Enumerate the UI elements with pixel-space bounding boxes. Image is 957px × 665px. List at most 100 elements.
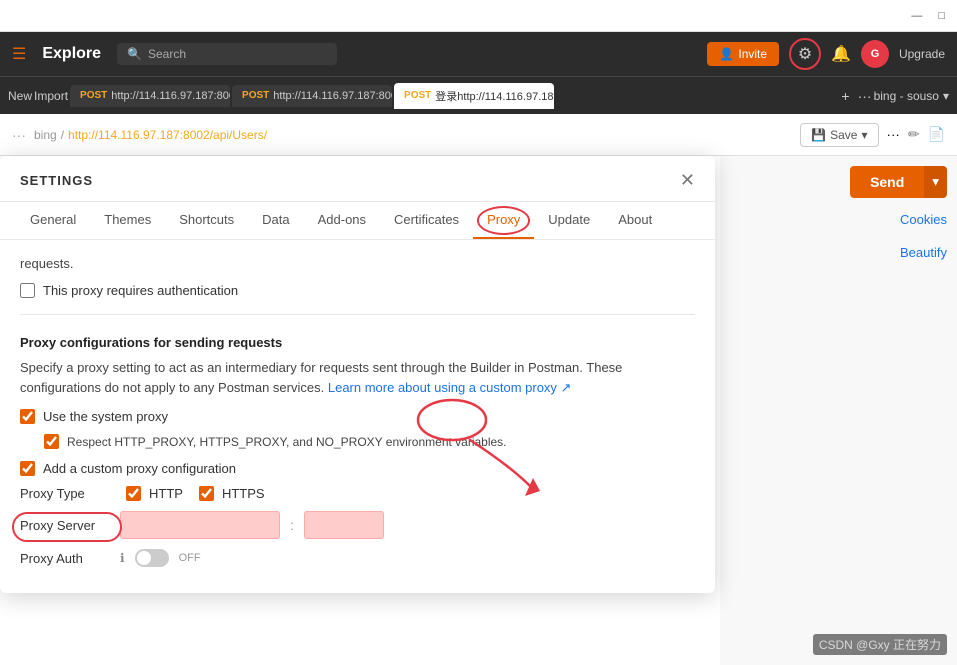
- modal-header: SETTINGS ✕: [0, 156, 715, 202]
- settings-panel: SETTINGS ✕ General Themes Shortcuts Data…: [0, 156, 720, 665]
- tab-proxy[interactable]: Proxy: [473, 202, 534, 239]
- content-row: SETTINGS ✕ General Themes Shortcuts Data…: [0, 156, 957, 665]
- auth-checkbox-row: This proxy requires authentication: [20, 283, 695, 298]
- breadcrumb-root: bing: [34, 128, 57, 142]
- breadcrumb-sep: /: [61, 128, 64, 142]
- proxy-server-label: Proxy Server: [20, 518, 110, 533]
- upgrade-button[interactable]: Upgrade: [899, 47, 945, 61]
- http-label: HTTP: [149, 486, 183, 501]
- tab-method-1: POST: [80, 90, 107, 101]
- tab-about[interactable]: About: [604, 202, 666, 239]
- tab-item-2[interactable]: POST http://114.116.97.187:800...: [232, 85, 392, 107]
- http-checkbox-row: HTTP: [126, 486, 183, 501]
- tab-addons[interactable]: Add-ons: [304, 202, 380, 239]
- system-proxy-label: Use the system proxy: [43, 409, 168, 424]
- tab-method-3: POST: [404, 90, 431, 101]
- custom-proxy-checkbox[interactable]: [20, 461, 35, 476]
- proxy-section-desc: Specify a proxy setting to act as an int…: [20, 358, 695, 397]
- proxy-type-row: Proxy Type HTTP HTTPS: [20, 486, 695, 501]
- auth-checkbox-label: This proxy requires authentication: [43, 283, 238, 298]
- tab-actions: + ···: [841, 88, 871, 104]
- tab-url-3: 登录http://114.116.97.187...: [435, 88, 554, 104]
- tab-url-1: http://114.116.97.187:800...: [111, 90, 230, 102]
- proxy-section-heading: Proxy configurations for sending request…: [20, 335, 695, 350]
- https-label: HTTPS: [222, 486, 265, 501]
- workspace-label: bing - souso ▾: [874, 89, 949, 103]
- watermark: CSDN @Gxy 正在努力: [813, 634, 947, 655]
- dots-menu-button[interactable]: ···: [12, 127, 26, 143]
- https-checkbox-row: HTTPS: [199, 486, 265, 501]
- proxy-auth-label: Proxy Auth: [20, 551, 110, 566]
- env-vars-row: Respect HTTP_PROXY, HTTPS_PROXY, and NO_…: [44, 434, 695, 449]
- tab-shortcuts[interactable]: Shortcuts: [165, 202, 248, 239]
- beautify-link[interactable]: Beautify: [900, 241, 947, 264]
- settings-button[interactable]: ⚙: [789, 38, 821, 70]
- proxy-auth-info-icon[interactable]: ℹ: [120, 551, 125, 565]
- learn-more-link[interactable]: Learn more about using a custom proxy ↗: [328, 380, 572, 395]
- import-button[interactable]: Import: [34, 89, 68, 103]
- minimize-button[interactable]: —: [911, 10, 922, 22]
- title-bar: — □: [0, 0, 957, 32]
- tab-general[interactable]: General: [16, 202, 90, 239]
- system-proxy-checkbox[interactable]: [20, 409, 35, 424]
- invite-label: Invite: [738, 47, 767, 61]
- app-wrapper: — □ ☰ Explore 🔍 Search 👤 Invite ⚙ 🔔 G Up…: [0, 0, 957, 665]
- top-nav: ☰ Explore 🔍 Search 👤 Invite ⚙ 🔔 G Upgrad…: [0, 32, 957, 76]
- address-right: 💾 Save ▾ ··· ✏ 📄: [800, 123, 945, 147]
- notifications-button[interactable]: 🔔: [831, 44, 851, 64]
- proxy-auth-toggle-label: OFF: [179, 552, 201, 564]
- tab-item-1[interactable]: POST http://114.116.97.187:800...: [70, 85, 230, 107]
- new-tab-button[interactable]: New: [8, 89, 32, 103]
- send-button-area: Send ▾: [850, 166, 947, 198]
- more-actions-button[interactable]: ···: [887, 127, 900, 142]
- proxy-auth-toggle[interactable]: [135, 549, 169, 567]
- tab-update[interactable]: Update: [534, 202, 604, 239]
- tab-themes[interactable]: Themes: [90, 202, 165, 239]
- env-vars-checkbox[interactable]: [44, 434, 59, 449]
- custom-proxy-row: Add a custom proxy configuration: [20, 461, 695, 476]
- send-button[interactable]: Send: [850, 166, 924, 198]
- tab-data[interactable]: Data: [248, 202, 303, 239]
- top-note: requests.: [20, 256, 695, 271]
- search-icon: 🔍: [127, 47, 142, 61]
- tab-url-2: http://114.116.97.187:800...: [273, 90, 392, 102]
- proxy-port-input[interactable]: [304, 511, 384, 539]
- search-placeholder: Search: [148, 47, 186, 61]
- send-caret-button[interactable]: ▾: [924, 166, 947, 198]
- divider-1: [20, 314, 695, 315]
- save-chevron: ▾: [861, 128, 867, 142]
- auth-checkbox[interactable]: [20, 283, 35, 298]
- address-bar: ··· bing / http://114.116.97.187:8002/ap…: [0, 114, 957, 156]
- invite-icon: 👤: [719, 47, 734, 61]
- settings-modal: SETTINGS ✕ General Themes Shortcuts Data…: [0, 156, 715, 593]
- proxy-type-label: Proxy Type: [20, 486, 110, 501]
- avatar: G: [861, 40, 889, 68]
- env-vars-label: Respect HTTP_PROXY, HTTPS_PROXY, and NO_…: [67, 435, 507, 449]
- cookies-link[interactable]: Cookies: [900, 208, 947, 231]
- close-button[interactable]: ✕: [680, 170, 695, 191]
- tab-method-2: POST: [242, 90, 269, 101]
- proxy-auth-row: Proxy Auth ℹ OFF: [20, 549, 695, 567]
- https-checkbox[interactable]: [199, 486, 214, 501]
- modal-tabs: General Themes Shortcuts Data Add-ons Ce…: [0, 202, 715, 240]
- proxy-server-input[interactable]: [120, 511, 280, 539]
- save-button[interactable]: 💾 Save ▾: [800, 123, 878, 147]
- custom-proxy-label: Add a custom proxy configuration: [43, 461, 236, 476]
- doc-icon[interactable]: 📄: [928, 126, 945, 143]
- save-icon: 💾: [811, 128, 826, 142]
- modal-body: requests. This proxy requires authentica…: [0, 240, 715, 593]
- app-logo: Explore: [42, 45, 101, 63]
- proxy-separator: :: [290, 517, 294, 533]
- http-checkbox[interactable]: [126, 486, 141, 501]
- address-url[interactable]: http://114.116.97.187:8002/api/Users/: [68, 128, 267, 142]
- search-bar[interactable]: 🔍 Search: [117, 43, 337, 65]
- tab-certificates[interactable]: Certificates: [380, 202, 473, 239]
- add-tab-button[interactable]: +: [841, 88, 849, 104]
- more-tabs-button[interactable]: ···: [858, 88, 872, 104]
- maximize-button[interactable]: □: [938, 10, 945, 22]
- edit-icon[interactable]: ✏: [908, 126, 920, 143]
- proxy-server-row: Proxy Server :: [20, 511, 695, 539]
- tab-item-3[interactable]: POST 登录http://114.116.97.187...: [394, 83, 554, 109]
- invite-button[interactable]: 👤 Invite: [707, 42, 779, 66]
- modal-title: SETTINGS: [20, 173, 93, 188]
